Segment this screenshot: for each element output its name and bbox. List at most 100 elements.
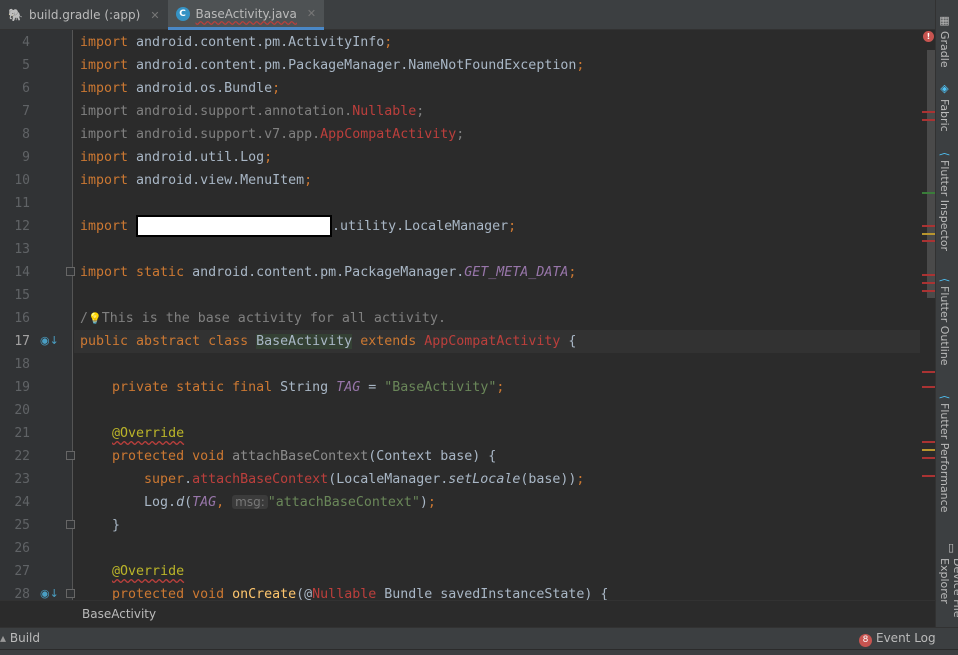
fabric-icon: ◈ (938, 82, 951, 95)
error-stripe-mark[interactable] (922, 386, 935, 388)
code-token: } (80, 518, 121, 533)
fold-icon[interactable] (66, 267, 75, 276)
code-line[interactable]: import android.content.pm.PackageManager… (74, 54, 920, 77)
code-line[interactable]: private static final String TAG = "BaseA… (74, 376, 920, 399)
code-line[interactable] (74, 399, 920, 422)
code-line[interactable] (74, 537, 920, 560)
code-line[interactable]: super.attachBaseContext(LocaleManager.se… (74, 468, 920, 491)
code-token: @Override (112, 426, 185, 441)
code-line[interactable]: import android.os.Bundle; (74, 77, 920, 100)
fold-icon[interactable] (66, 520, 75, 529)
code-line[interactable]: @Override (74, 560, 920, 583)
code-line[interactable] (74, 353, 920, 376)
close-icon[interactable]: ✕ (307, 7, 316, 20)
code-token: protected void (80, 587, 233, 600)
tool-window-fabric[interactable]: ◈ Fabric (938, 82, 951, 132)
tab-build-gradle[interactable]: 🐘 build.gradle (:app) ✕ (0, 0, 168, 30)
code-token: "attachBaseContext" (267, 495, 420, 510)
code-line[interactable]: import android.support.v7.app.AppCompatA… (74, 123, 920, 146)
code-line[interactable]: import .utility.LocaleManager; (74, 215, 920, 238)
code-token: import android.support.annotation. (80, 104, 353, 119)
error-stripe-mark[interactable] (922, 233, 935, 235)
code-line[interactable]: import android.content.pm.ActivityInfo; (74, 31, 920, 54)
hammer-icon: ▴ (0, 631, 7, 645)
code-token: Log. (80, 495, 177, 510)
error-stripe-mark[interactable] (922, 290, 935, 292)
error-stripe-mark[interactable] (922, 475, 935, 477)
error-indicator-icon[interactable]: ! (923, 31, 934, 42)
tool-window-flutter-outline[interactable]: ⟨ Flutter Outline (938, 278, 951, 366)
error-stripe-mark[interactable] (922, 457, 935, 459)
scrollbar-thumb[interactable] (927, 50, 935, 298)
code-line[interactable] (74, 192, 920, 215)
fold-icon[interactable] (66, 589, 75, 598)
code-token: super (80, 472, 185, 487)
code-line[interactable]: @Override (74, 422, 920, 445)
error-stripe-mark[interactable] (922, 371, 935, 373)
code-editor[interactable]: import android.content.pm.ActivityInfo; i… (74, 30, 920, 600)
code-line[interactable]: /💡This is the base activity for all acti… (74, 307, 920, 330)
code-token: "BaseActivity" (384, 380, 497, 395)
code-token: android.content.pm.PackageManager.NameNo… (136, 58, 577, 73)
fold-icon[interactable] (66, 451, 75, 460)
tool-window-flutter-inspector[interactable]: ⟨ Flutter Inspector (938, 152, 951, 251)
tool-window-flutter-performance[interactable]: ⟨ Flutter Performance (938, 395, 951, 513)
code-token: ; (427, 495, 436, 510)
close-icon[interactable]: ✕ (150, 9, 159, 22)
code-line[interactable]: public abstract class BaseActivity exten… (74, 330, 920, 353)
code-token: . (184, 472, 193, 487)
error-stripe-mark[interactable] (922, 225, 935, 227)
code-token: import android.support.v7.app. (80, 127, 321, 142)
code-line[interactable] (74, 238, 920, 261)
code-token: (LocaleManager. (328, 472, 449, 487)
code-token: d (176, 495, 185, 510)
code-token: Nullable (312, 587, 377, 600)
flutter-icon: ⟨ (938, 152, 951, 157)
event-log-button[interactable]: 8 Event Log (859, 631, 936, 647)
code-line[interactable]: protected void onCreate(@Nullable Bundle… (74, 583, 920, 600)
code-token: Nullable (352, 104, 417, 119)
code-line[interactable]: import static android.content.pm.Package… (74, 261, 920, 284)
override-gutter-icon[interactable]: ◉↓ (40, 587, 59, 600)
line-number: 24 (14, 495, 30, 510)
code-line[interactable]: import android.support.annotation.Nullab… (74, 100, 920, 123)
code-line[interactable]: import android.util.Log; (74, 146, 920, 169)
tab-base-activity[interactable]: C BaseActivity.java ✕ (167, 0, 325, 30)
lightbulb-icon[interactable]: 💡 (88, 312, 102, 325)
code-line[interactable]: import android.view.MenuItem; (74, 169, 920, 192)
tool-window-gradle[interactable]: ▦ Gradle (938, 14, 951, 68)
error-stripe-mark[interactable] (922, 282, 935, 284)
line-number: 10 (14, 173, 30, 188)
code-token: (base)) (520, 472, 577, 487)
code-line[interactable]: } (74, 514, 920, 537)
breadcrumb[interactable]: BaseActivity (0, 600, 935, 627)
build-tool-button[interactable]: ▴ Build (0, 631, 40, 645)
tool-window-device-file-explorer[interactable]: ▯ Device File Explorer (938, 541, 958, 627)
error-stripe-mark[interactable] (922, 240, 935, 242)
error-stripe-mark[interactable] (922, 119, 935, 121)
code-token: public abstract class (80, 334, 257, 349)
error-stripe-mark[interactable] (922, 441, 935, 443)
code-line[interactable]: Log.d(TAG, msg: "attachBaseContext"); (74, 491, 920, 514)
editor-tabs: 🐘 build.gradle (:app) ✕ C BaseActivity.j… (0, 0, 935, 30)
line-number: 19 (14, 380, 30, 395)
code-token: TAG (336, 380, 361, 395)
error-stripe-mark[interactable] (922, 449, 935, 451)
error-stripe-mark[interactable] (922, 192, 935, 194)
code-token: import (80, 173, 137, 188)
tool-window-label: Flutter Performance (938, 403, 951, 513)
code-line[interactable]: protected void attachBaseContext(Context… (74, 445, 920, 468)
line-number: 22 (14, 449, 30, 464)
error-stripe-mark[interactable] (922, 274, 935, 276)
code-line[interactable] (74, 284, 920, 307)
error-stripe-mark[interactable] (922, 111, 935, 113)
code-token: ; (264, 150, 273, 165)
code-token: Bundle savedInstanceState) { (376, 587, 609, 600)
status-bar (0, 649, 958, 655)
tool-window-label: Gradle (938, 31, 951, 68)
override-gutter-icon[interactable]: ◉↓ (40, 334, 59, 347)
code-token: extends (352, 334, 425, 349)
java-class-icon: C (175, 6, 190, 21)
line-number: 21 (14, 426, 30, 441)
